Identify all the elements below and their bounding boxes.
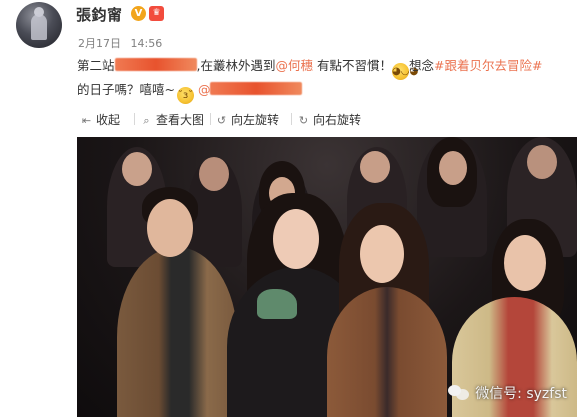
crowd-face (439, 151, 467, 185)
avatar-figure-body (31, 14, 47, 40)
mention-at[interactable]: @ (198, 82, 211, 97)
crowd-face (199, 157, 229, 191)
post-text-line2: 的日子嗎？嘻嘻~ (77, 82, 175, 97)
watermark-text: 微信号: syzfst (475, 386, 567, 402)
toolbar-divider (210, 113, 211, 125)
magnifier-icon: ⌕ (143, 114, 150, 127)
vip-badge-icon: ♛ (149, 6, 164, 21)
avatar[interactable] (16, 2, 62, 48)
rotate-left-label: 向左旋转 (231, 113, 280, 127)
collapse-icon: ⇤ (81, 114, 92, 127)
collapse-button[interactable]: ⇤ 收起 (80, 111, 120, 128)
username-link[interactable]: 張鈞甯 (76, 4, 123, 25)
crowd-face (360, 151, 390, 183)
view-large-label: 查看大图 (156, 113, 205, 127)
kiss-emoji-icon: ˘з˘ (176, 87, 194, 104)
post-text-middle: ,在叢林外遇到 (196, 58, 276, 73)
post-line-1: 第二站 ,在叢林外遇到@何穗 有點不習慣！◕◡◕想念#跟着贝尔去冒险# (77, 54, 582, 80)
post-photo[interactable]: 微信号: syzfst (77, 137, 577, 417)
wechat-watermark: 微信号: syzfst (448, 383, 567, 403)
mention-link[interactable]: @何穗 (276, 58, 314, 73)
post-time: 14:56 (130, 37, 163, 50)
view-large-button[interactable]: ⌕ 查看大图 (140, 111, 204, 128)
dinosaur-print (257, 289, 297, 319)
redacted-mention (210, 82, 303, 95)
image-toolbar: ⇤ 收起 ⌕ 查看大图 ↺ 向左旋转 ↻ 向右旋转 (77, 108, 582, 130)
collapse-label: 收起 (96, 113, 121, 127)
redacted-text (114, 58, 197, 71)
photo-person-woman2 (327, 287, 447, 417)
rotate-left-button[interactable]: ↺ 向左旋转 (215, 111, 279, 128)
woman3-face (504, 235, 546, 291)
post-date[interactable]: 2月17日 (78, 37, 121, 50)
toolbar-divider (291, 113, 292, 125)
post-content: 第二站 ,在叢林外遇到@何穗 有點不習慣！◕◡◕想念#跟着贝尔去冒险# 的日子嗎？… (77, 54, 582, 104)
woman-face (273, 209, 319, 269)
post-text-after-mention: 有點不習慣！ (313, 58, 392, 73)
post-text-prefix: 第二站 (77, 58, 115, 73)
post-header: 張鈞甯 V ♛ 2月17日 14:56 (0, 0, 582, 52)
post-text-think: 想念 (409, 58, 435, 73)
verified-icon: V (131, 6, 146, 21)
post-meta: 2月17日 14:56 (78, 35, 168, 51)
wechat-icon (448, 383, 470, 401)
toolbar-divider (134, 113, 135, 125)
man-face (147, 199, 193, 257)
topic-link[interactable]: #跟着贝尔去冒险# (434, 58, 542, 73)
rotate-right-icon: ↻ (298, 114, 309, 127)
crowd-face (122, 152, 152, 186)
photo-person-man (117, 247, 237, 417)
rotate-right-label: 向右旋转 (313, 113, 362, 127)
post-line-2: 的日子嗎？嘻嘻~ ˘з˘ @ (77, 78, 582, 104)
crowd-face (527, 145, 557, 179)
rotate-left-icon: ↺ (216, 114, 227, 127)
rotate-right-button[interactable]: ↻ 向右旋转 (297, 111, 361, 128)
woman2-face (360, 225, 404, 283)
